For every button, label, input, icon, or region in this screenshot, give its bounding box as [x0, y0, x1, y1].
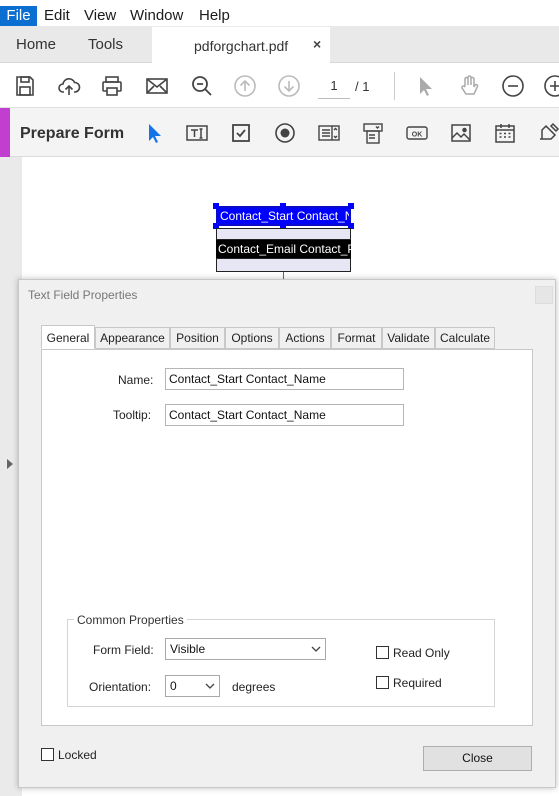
- hand-tool-icon[interactable]: [457, 74, 481, 98]
- previous-page-icon[interactable]: [233, 74, 257, 98]
- menu-bar: File Edit View Window Help: [0, 0, 559, 26]
- zoom-search-icon[interactable]: [190, 74, 214, 98]
- menu-edit[interactable]: Edit: [44, 6, 70, 26]
- close-tab-icon[interactable]: ×: [313, 36, 321, 52]
- form-field-select[interactable]: Visible: [165, 638, 326, 660]
- menu-help[interactable]: Help: [199, 6, 230, 26]
- form-field-blank[interactable]: [216, 228, 351, 240]
- tab-appearance[interactable]: Appearance: [95, 327, 170, 349]
- menu-view[interactable]: View: [84, 6, 116, 26]
- tab-general[interactable]: General: [41, 325, 95, 349]
- document-tab-label: pdforgchart.pdf: [194, 38, 289, 54]
- text-field-icon[interactable]: [185, 121, 209, 145]
- orientation-value: 0: [170, 679, 177, 693]
- common-properties-title: Common Properties: [74, 613, 187, 627]
- chevron-down-icon: [307, 639, 325, 659]
- checkbox-tool-icon[interactable]: [229, 121, 253, 145]
- form-field-value: Visible: [170, 642, 206, 656]
- text-field-properties-dialog: Text Field Properties General Appearance…: [18, 279, 556, 788]
- locked-label: Locked: [58, 748, 97, 762]
- tooltip-input[interactable]: Contact_Start Contact_Name: [165, 404, 404, 426]
- form-field-label: Form Field:: [93, 643, 154, 657]
- tab-bar: Home Tools pdforgchart.pdf ×: [0, 26, 559, 64]
- required-checkbox[interactable]: [376, 676, 389, 689]
- menu-file[interactable]: File: [0, 6, 37, 26]
- orientation-select[interactable]: 0: [165, 675, 220, 697]
- dropdown-tool-icon[interactable]: [361, 121, 385, 145]
- locked-checkbox[interactable]: [41, 748, 54, 761]
- tab-document[interactable]: pdforgchart.pdf ×: [152, 27, 330, 64]
- save-icon[interactable]: [13, 74, 37, 98]
- tab-home[interactable]: Home: [16, 36, 56, 53]
- tooltip-label: Tooltip:: [113, 408, 152, 422]
- prepare-form-title: Prepare Form: [20, 125, 125, 142]
- tab-actions[interactable]: Actions: [279, 327, 331, 349]
- expand-left-panel-icon[interactable]: [7, 459, 13, 469]
- dialog-title: Text Field Properties: [28, 288, 138, 302]
- tab-validate[interactable]: Validate: [382, 327, 435, 349]
- tab-format[interactable]: Format: [331, 327, 382, 349]
- selection-cursor-icon[interactable]: [142, 121, 166, 145]
- page-number-input[interactable]: 1: [318, 73, 350, 99]
- form-field-blank[interactable]: [216, 258, 351, 272]
- select-pointer-icon[interactable]: [413, 74, 437, 98]
- required-label: Required: [393, 676, 442, 690]
- tab-options[interactable]: Options: [225, 327, 279, 349]
- chevron-down-icon: [201, 676, 219, 696]
- toolbar-divider: [394, 72, 395, 100]
- name-input[interactable]: Contact_Start Contact_Name: [165, 368, 404, 390]
- resize-handle[interactable]: [348, 203, 354, 209]
- prepare-form-accent: [0, 108, 10, 157]
- form-field-email[interactable]: Contact_Email Contact_Phone: [216, 240, 351, 258]
- orientation-label: Orientation:: [89, 680, 152, 694]
- resize-handle[interactable]: [280, 203, 286, 209]
- resize-handle[interactable]: [213, 203, 219, 209]
- menu-window[interactable]: Window: [130, 6, 183, 26]
- print-icon[interactable]: [100, 74, 124, 98]
- close-button[interactable]: Close: [423, 746, 532, 771]
- radio-button-tool-icon[interactable]: [273, 121, 297, 145]
- read-only-label: Read Only: [393, 646, 450, 660]
- next-page-icon[interactable]: [277, 74, 301, 98]
- list-box-tool-icon[interactable]: [317, 121, 341, 145]
- page-total: / 1: [355, 79, 370, 94]
- date-field-tool-icon[interactable]: [493, 121, 517, 145]
- tab-calculate[interactable]: Calculate: [435, 327, 495, 349]
- ok-button-tool-icon[interactable]: OK: [405, 121, 429, 145]
- signature-tool-icon[interactable]: [537, 121, 559, 145]
- dialog-close-icon[interactable]: [535, 286, 553, 304]
- zoom-in-icon[interactable]: [543, 74, 559, 98]
- read-only-checkbox[interactable]: [376, 646, 389, 659]
- name-label: Name:: [118, 373, 154, 387]
- mail-icon[interactable]: [145, 74, 169, 98]
- svg-text:OK: OK: [412, 132, 423, 139]
- tab-position[interactable]: Position: [170, 327, 225, 349]
- tab-tools[interactable]: Tools: [88, 36, 123, 53]
- zoom-out-icon[interactable]: [501, 74, 525, 98]
- degrees-label: degrees: [232, 680, 276, 694]
- cloud-upload-icon[interactable]: [57, 74, 81, 98]
- main-toolbar: [0, 64, 559, 108]
- image-field-tool-icon[interactable]: [449, 121, 473, 145]
